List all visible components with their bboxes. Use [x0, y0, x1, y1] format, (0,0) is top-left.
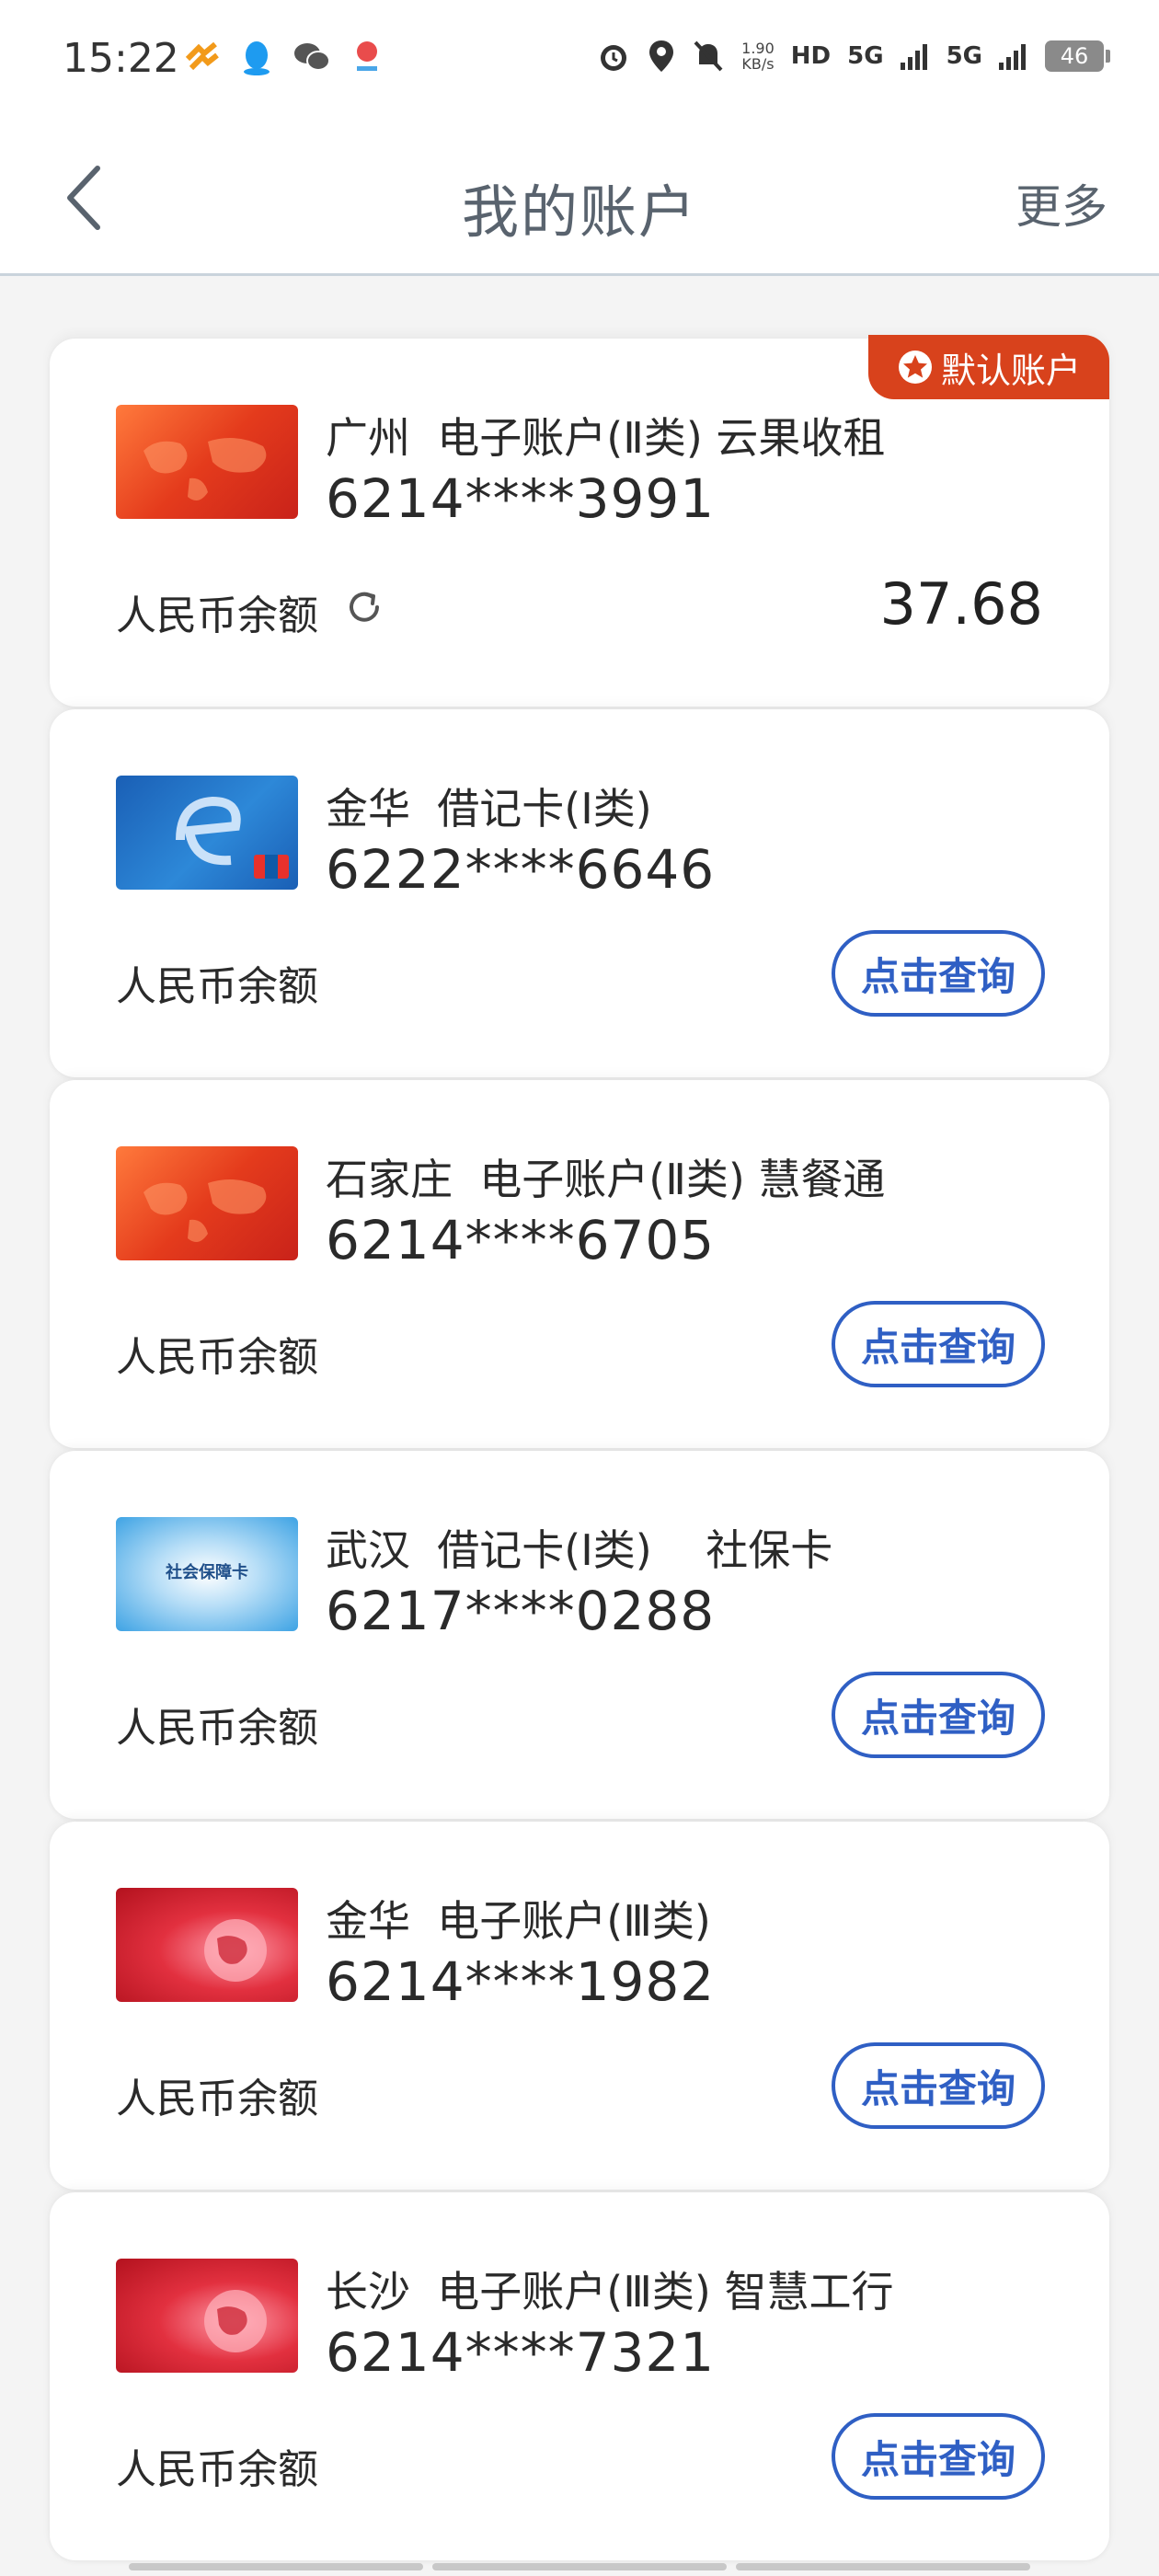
status-bar: 15:22 1.90 KB/s HD 5G 5G 46 — [0, 0, 1159, 124]
query-balance-button[interactable]: 点击查询 — [832, 930, 1045, 1017]
globe-icon — [204, 2290, 267, 2352]
balance-label: 人民币余额 — [116, 2076, 318, 2122]
page-header: 我的账户 更多 — [0, 124, 1159, 276]
account-card[interactable]: 石家庄 电子账户(Ⅱ类) 慧餐通 6214****6705 人民币余额 点击查询 — [50, 1080, 1109, 1448]
status-time: 15:22 — [63, 35, 179, 82]
account-card[interactable]: 金华 电子账户(Ⅲ类) 6214****1982 人民币余额 点击查询 — [50, 1822, 1109, 2190]
balance-label: 人民币余额 — [116, 1334, 318, 1381]
account-number: 6217****0288 — [326, 1580, 716, 1642]
card-image — [116, 776, 298, 890]
map-pin-icon — [357, 41, 377, 71]
battery-indicator: 46 — [1045, 40, 1110, 72]
balance-label: 人民币余额 — [116, 592, 318, 639]
world-map-icon — [143, 438, 267, 500]
query-balance-button[interactable]: 点击查询 — [832, 1672, 1045, 1758]
hd-indicator: HD — [790, 42, 832, 70]
qq-icon — [244, 41, 270, 75]
card-image: 社会保障卡 — [116, 1517, 298, 1631]
location-icon — [649, 40, 674, 72]
balance-label: 人民币余额 — [116, 963, 318, 1010]
card-image — [116, 405, 298, 519]
globe-icon — [204, 1919, 267, 1982]
balance-label: 人民币余额 — [116, 2446, 318, 2493]
network-speed: 1.90 KB/s — [741, 40, 775, 73]
signal-5g-1: 5G — [847, 42, 884, 70]
account-title: 长沙 电子账户(Ⅲ类) 智慧工行 — [326, 2267, 894, 2317]
account-title: 金华 电子账户(Ⅲ类) — [326, 1896, 711, 1946]
scroll-indicator — [129, 2563, 1030, 2570]
account-title: 石家庄 电子账户(Ⅱ类) 慧餐通 — [326, 1155, 886, 1204]
signal-bars-icon — [900, 44, 927, 70]
account-number: 6214****3991 — [326, 467, 716, 530]
balance-label: 人民币余额 — [116, 1705, 318, 1752]
account-number: 6222****6646 — [326, 838, 716, 901]
notification-icons — [184, 39, 383, 75]
card-image-text: 社会保障卡 — [166, 1563, 248, 1582]
system-indicators: 1.90 KB/s HD 5G 5G 46 — [596, 39, 1110, 74]
account-card[interactable]: 社会保障卡 武汉 借记卡(Ⅰ类) 社保卡 6217****0288 人民币余额 … — [50, 1451, 1109, 1819]
card-image — [116, 1146, 298, 1260]
more-button[interactable]: 更多 — [1016, 170, 1107, 236]
mute-icon — [694, 40, 723, 72]
wechat-icon — [294, 43, 330, 71]
account-card[interactable]: 默认账户 广州 电子账户(Ⅱ类) 云果收租 6214****3991 人民币余额… — [50, 335, 1109, 707]
default-account-badge: 默认账户 — [868, 335, 1109, 399]
account-number: 6214****1982 — [326, 1950, 716, 2013]
account-title: 广州 电子账户(Ⅱ类) 云果收租 — [326, 413, 886, 463]
refresh-icon[interactable] — [342, 585, 386, 629]
account-list: 默认账户 广州 电子账户(Ⅱ类) 云果收租 6214****3991 人民币余额… — [50, 335, 1109, 2563]
signal-bars-icon-2 — [999, 44, 1026, 70]
account-number: 6214****6705 — [326, 1209, 716, 1271]
account-title: 武汉 借记卡(Ⅰ类) 社保卡 — [326, 1525, 833, 1575]
query-balance-button[interactable]: 点击查询 — [832, 2042, 1045, 2129]
card-e-logo-icon — [176, 796, 289, 879]
app-notification-icon — [185, 41, 219, 71]
star-icon — [898, 351, 932, 384]
query-balance-button[interactable]: 点击查询 — [832, 1301, 1045, 1387]
account-number: 6214****7321 — [326, 2321, 716, 2384]
query-balance-button[interactable]: 点击查询 — [832, 2413, 1045, 2500]
card-image — [116, 2259, 298, 2373]
signal-5g-2: 5G — [946, 42, 982, 70]
account-title: 金华 借记卡(Ⅰ类) — [326, 784, 652, 834]
card-image — [116, 1888, 298, 2002]
balance-value: 37.68 — [879, 570, 1044, 638]
account-card[interactable]: 金华 借记卡(Ⅰ类) 6222****6646 人民币余额 点击查询 — [50, 709, 1109, 1077]
alarm-icon — [601, 45, 627, 71]
page-title: 我的账户 — [461, 178, 697, 246]
account-card[interactable]: 长沙 电子账户(Ⅲ类) 智慧工行 6214****7321 人民币余额 点击查询 — [50, 2192, 1109, 2560]
world-map-icon — [143, 1179, 267, 1242]
